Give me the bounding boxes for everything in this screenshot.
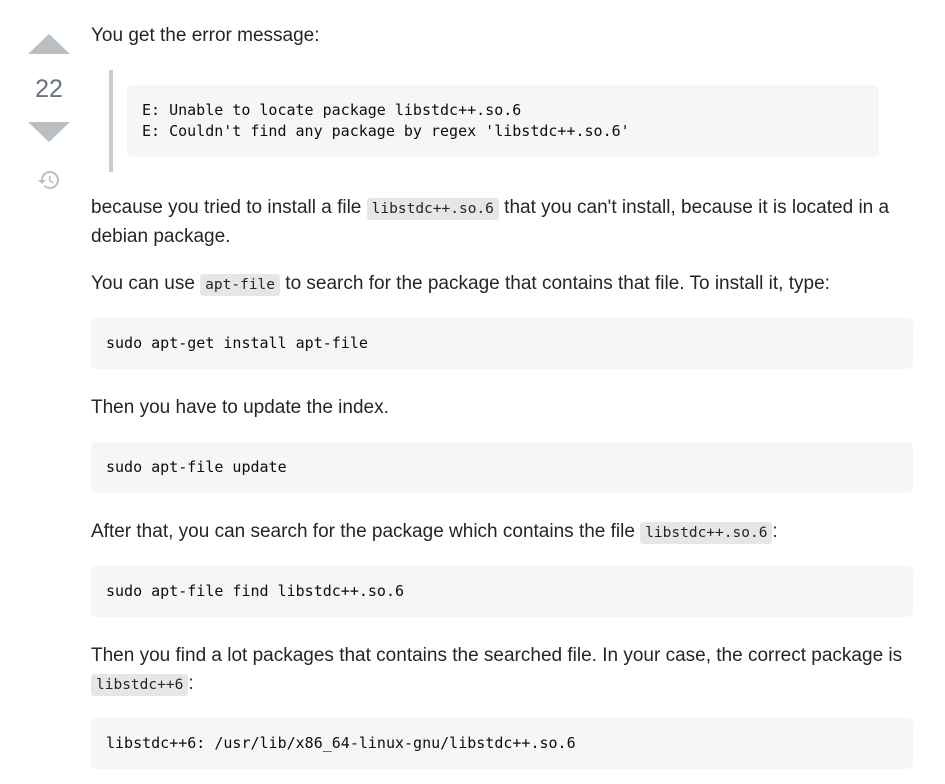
code-block-result: libstdc++6: /usr/lib/x86_64-linux-gnu/li… xyxy=(91,718,913,769)
downvote-arrow-icon[interactable] xyxy=(28,122,70,142)
upvote-arrow-icon[interactable] xyxy=(28,34,70,54)
inline-code: libstdc++.so.6 xyxy=(366,198,499,220)
history-icon[interactable] xyxy=(37,168,61,192)
paragraph-4-text-b: : xyxy=(772,521,778,542)
inline-code: apt-file xyxy=(200,274,281,296)
paragraph-2: You can use apt-file to search for the p… xyxy=(91,270,913,299)
paragraph-2-text-a: You can use xyxy=(91,273,201,294)
error-code-block: E: Unable to locate package libstdc++.so… xyxy=(127,85,879,157)
paragraph-1: because you tried to install a file libs… xyxy=(91,194,913,251)
intro-text: You get the error message: xyxy=(91,25,320,46)
paragraph-5-text-a: Then you find a lot packages that contai… xyxy=(91,645,903,666)
paragraph-5: Then you find a lot packages that contai… xyxy=(91,642,913,699)
error-line-2: E: Couldn't find any package by regex 'l… xyxy=(142,122,630,140)
paragraph-4: After that, you can search for the packa… xyxy=(91,518,913,547)
inline-code: libstdc++6 xyxy=(91,674,189,696)
vote-count: 22 xyxy=(35,75,63,103)
code-block-find: sudo apt-file find libstdc++.so.6 xyxy=(91,566,913,617)
paragraph-2-text-b: to search for the package that contains … xyxy=(280,273,830,294)
paragraph-1-text-a: because you tried to install a file xyxy=(91,197,367,218)
paragraph-5-text-b: : xyxy=(188,673,194,694)
error-line-1: E: Unable to locate package libstdc++.so… xyxy=(142,101,522,119)
paragraph-4-text-a: After that, you can search for the packa… xyxy=(91,521,641,542)
inline-code: libstdc++.so.6 xyxy=(640,522,773,544)
code-block-update: sudo apt-file update xyxy=(91,442,913,493)
blockquote: E: Unable to locate package libstdc++.so… xyxy=(109,70,880,172)
code-block-install: sudo apt-get install apt-file xyxy=(91,318,913,369)
paragraph-3: Then you have to update the index. xyxy=(91,397,389,418)
vote-controls: 22 xyxy=(27,0,71,192)
